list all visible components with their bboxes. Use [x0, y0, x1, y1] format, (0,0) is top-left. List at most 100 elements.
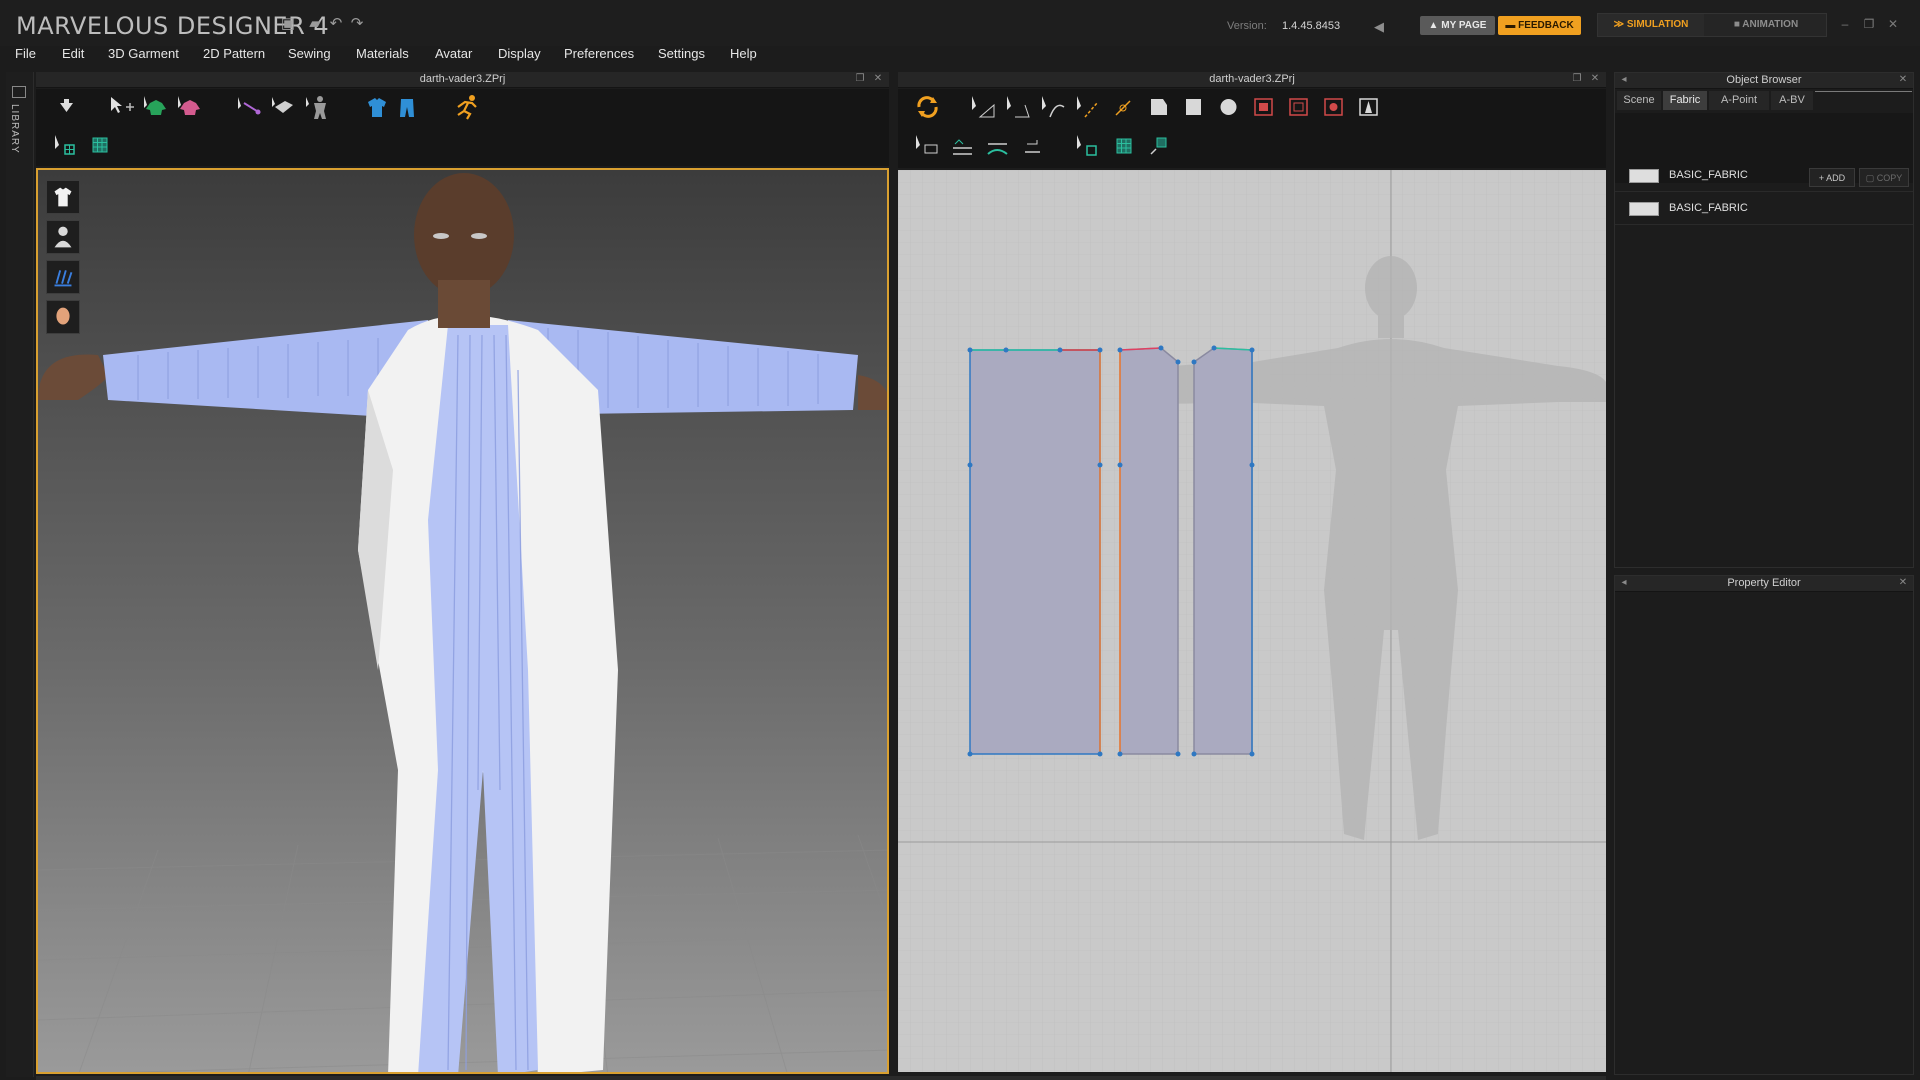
simulation-icon: ≫	[1613, 19, 1627, 30]
texture-select-icon[interactable]	[51, 131, 82, 159]
tack-pants-icon[interactable]	[392, 93, 423, 121]
tab-a-point[interactable]: A-Point	[1709, 91, 1769, 110]
transform-pattern-icon[interactable]	[968, 93, 999, 121]
menu-sewing[interactable]: Sewing	[288, 44, 331, 64]
texture-grid-icon[interactable]	[84, 131, 115, 159]
library-label: LIBRARY	[9, 104, 20, 154]
avatar-pose-icon[interactable]	[302, 93, 333, 121]
save-icon[interactable]: ▣	[278, 15, 298, 33]
dart-icon[interactable]	[1353, 93, 1384, 121]
undo-icon[interactable]: ↶	[326, 15, 346, 33]
redo-icon[interactable]: ↷	[347, 15, 367, 33]
internal-circle-icon[interactable]	[1318, 93, 1349, 121]
menu-3d-garment[interactable]: 3D Garment	[108, 44, 179, 64]
m-n-sewing-icon[interactable]	[1017, 132, 1048, 160]
2d-toolbar	[898, 89, 1606, 168]
internal-rectangle-icon[interactable]	[1283, 93, 1314, 121]
tab-animation[interactable]: ■ ANIMATION	[1706, 14, 1826, 36]
3d-viewport[interactable]	[36, 168, 889, 1074]
fabric-list-item[interactable]: BASIC_FABRIC	[1615, 160, 1913, 192]
megaphone-icon[interactable]: ◀	[1374, 19, 1392, 35]
fabric-swatch	[1629, 169, 1659, 183]
2d-toolbar-row-2	[898, 128, 1606, 165]
edit-point-icon[interactable]	[1003, 93, 1034, 121]
menu-edit[interactable]: Edit	[62, 44, 84, 64]
fabric-swatch	[1629, 202, 1659, 216]
animation-run-icon[interactable]	[452, 93, 483, 121]
simulate-down-icon[interactable]	[51, 93, 82, 121]
restore-icon[interactable]: ❐	[1860, 17, 1878, 32]
my-page-label: MY PAGE	[1441, 20, 1487, 31]
arrangement-points-icon[interactable]	[46, 260, 80, 294]
edit-sewing-icon[interactable]	[912, 132, 943, 160]
menu-help[interactable]: Help	[730, 44, 757, 64]
2d-pattern-viewport[interactable]	[898, 170, 1606, 1072]
float-window-icon[interactable]: ❐	[854, 73, 866, 85]
segment-sewing-icon[interactable]	[947, 132, 978, 160]
tab-scene[interactable]: Scene	[1617, 91, 1661, 110]
garment-select-pink-icon[interactable]	[174, 93, 205, 121]
menu-2d-pattern[interactable]: 2D Pattern	[203, 44, 265, 64]
pin-tool-icon[interactable]	[234, 93, 265, 121]
tab-fabric[interactable]: Fabric	[1663, 91, 1707, 110]
internal-polygon-icon[interactable]	[1248, 93, 1279, 121]
menu-materials[interactable]: Materials	[356, 44, 409, 64]
fold-tool-icon[interactable]	[268, 93, 299, 121]
2d-panel-close-icon[interactable]: ✕	[1589, 73, 1601, 85]
feedback-button[interactable]: ▬ FEEDBACK	[1498, 16, 1581, 35]
fabric-name: BASIC_FABRIC	[1669, 169, 1748, 181]
2d-texture-grid-icon[interactable]	[1108, 132, 1139, 160]
edit-segment-icon[interactable]	[1073, 93, 1104, 121]
menu-avatar[interactable]: Avatar	[435, 44, 472, 64]
title-bar: MARVELOUS DESIGNER 4 ▣ ▰ ↶ ↷ Version: 1.…	[0, 0, 1920, 46]
2d-float-window-icon[interactable]: ❐	[1571, 73, 1583, 85]
close-icon[interactable]: ✕	[1884, 17, 1902, 32]
open-folder-icon[interactable]: ▰	[305, 15, 325, 33]
my-page-button[interactable]: ▲ MY PAGE	[1420, 16, 1495, 35]
3d-panel-close-icon[interactable]: ✕	[872, 73, 884, 85]
rectangle-icon[interactable]	[1178, 93, 1209, 121]
tab-animation-label: ANIMATION	[1742, 19, 1799, 30]
2d-panel-title: darth-vader3.ZPrj	[1209, 73, 1295, 85]
free-sewing-icon[interactable]	[982, 132, 1013, 160]
menu-preferences[interactable]: Preferences	[564, 44, 634, 64]
3d-toolbar-row-2	[36, 127, 889, 164]
object-browser-title: Object Browser	[1726, 74, 1802, 86]
object-browser-close-icon[interactable]: ✕	[1897, 74, 1909, 86]
garment-select-green-icon[interactable]	[140, 93, 171, 121]
menu-settings[interactable]: Settings	[658, 44, 705, 64]
tab-bar-divider	[1815, 91, 1912, 92]
tab-simulation-label: SIMULATION	[1626, 19, 1689, 30]
fabric-list-item[interactable]: BASIC_FABRIC	[1615, 193, 1913, 225]
texture-edit-icon[interactable]	[1143, 132, 1174, 160]
camera-icon: ■	[1733, 19, 1743, 30]
menu-file[interactable]: File	[15, 44, 36, 64]
property-editor-title: Property Editor	[1727, 577, 1801, 589]
select-move-icon[interactable]	[106, 93, 137, 121]
add-point-icon[interactable]	[1108, 93, 1139, 121]
3d-panel-header: darth-vader3.ZPrj ❐ ✕	[36, 72, 889, 88]
object-browser-tabs: Scene Fabric A-Point A-BV	[1615, 91, 1913, 110]
tab-a-bv[interactable]: A-BV	[1771, 91, 1813, 110]
3d-toolbar-row-1	[36, 89, 889, 126]
edit-curve-icon[interactable]	[1038, 93, 1069, 121]
property-editor-header: ◂ Property Editor ✕	[1615, 576, 1913, 592]
library-sidebar[interactable]: LIBRARY	[6, 72, 34, 1077]
refresh-sync-icon[interactable]	[912, 93, 943, 121]
show-avatar-icon[interactable]	[46, 220, 80, 254]
status-bar	[36, 1076, 1606, 1080]
texture-transform-icon[interactable]	[1073, 132, 1104, 160]
2d-toolbar-row-1	[898, 89, 1606, 126]
show-garment-icon[interactable]	[46, 180, 80, 214]
minimize-icon[interactable]: –	[1836, 17, 1854, 32]
avatar-head-icon[interactable]	[46, 300, 80, 334]
tack-shirt-icon[interactable]	[362, 93, 393, 121]
property-editor-close-icon[interactable]: ✕	[1897, 577, 1909, 589]
polygon-icon[interactable]	[1143, 93, 1174, 121]
tab-simulation[interactable]: ≫ SIMULATION	[1598, 14, 1704, 36]
menu-display[interactable]: Display	[498, 44, 541, 64]
menu-bar: File Edit 3D Garment 2D Pattern Sewing M…	[0, 44, 1610, 64]
app-window: MARVELOUS DESIGNER 4 ▣ ▰ ↶ ↷ Version: 1.…	[0, 0, 1920, 1080]
circle-icon[interactable]	[1213, 93, 1244, 121]
pattern-canvas	[898, 170, 1606, 1072]
